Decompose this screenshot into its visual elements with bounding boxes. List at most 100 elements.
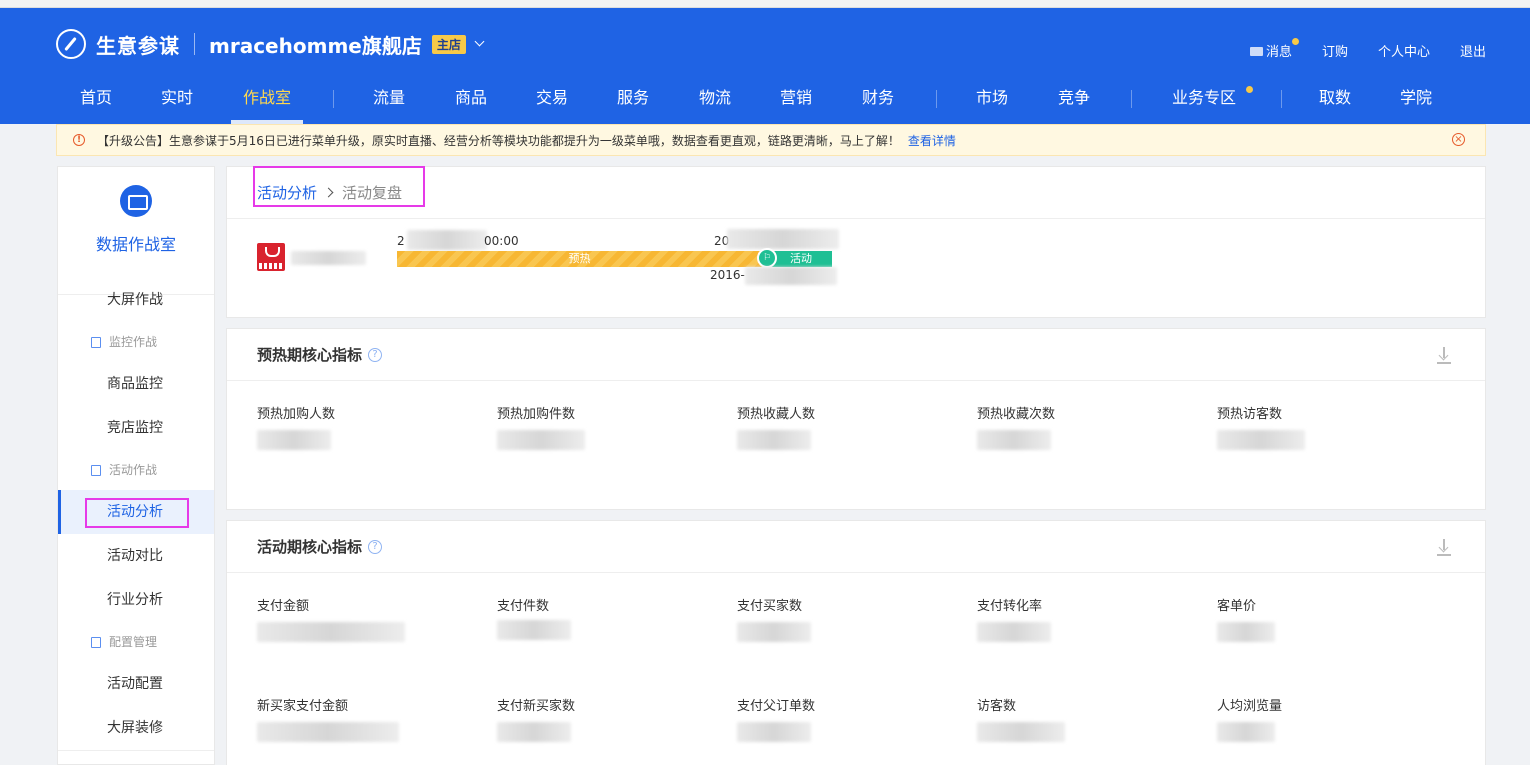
redacted-end-date — [745, 267, 837, 285]
shop-logo — [257, 243, 285, 271]
metric-value-row — [977, 620, 1051, 642]
nav-realtime[interactable]: 实时 — [161, 80, 193, 124]
timeline-start-prefix: 2 — [397, 234, 405, 248]
metric-value-row — [497, 720, 575, 742]
chevron-down-icon[interactable] — [474, 36, 485, 47]
breadcrumb-parent[interactable]: 活动分析 — [257, 182, 317, 203]
sidebar-item-activity-analysis[interactable]: 活动分析 — [58, 490, 214, 534]
main-nav: 首页 实时 作战室 流量 商品 交易 服务 物流 营销 财务 市场 竞争 业务专… — [0, 80, 1530, 124]
sidebar-item-competitor-monitor[interactable]: 竞店监控 — [58, 406, 214, 450]
preheat-metrics-panel: 预热期核心指标 ? 预热加购人数 预热加购件数 预热收藏人数 预热收藏次数 预热… — [226, 328, 1486, 510]
metric-label: 支付件数 — [497, 599, 550, 614]
sidebar-group-monitor: 监控作战 — [58, 324, 214, 360]
redacted-mid-date — [727, 229, 839, 249]
nav-traffic[interactable]: 流量 — [373, 80, 405, 124]
metric-card: 预热访客数 — [1217, 403, 1305, 450]
metric-value-row — [1217, 428, 1305, 450]
sidebar-item-activity-compare[interactable]: 活动对比 — [58, 534, 214, 578]
metric-label: 支付转化率 — [977, 599, 1043, 614]
metric-card: 预热加购件数 — [497, 403, 585, 450]
metric-card: 预热加购人数 — [257, 403, 335, 450]
sidebar-item-screen-decoration[interactable]: 大屏装修 — [58, 706, 214, 750]
timeline-end-prefix: 2016- — [710, 268, 745, 282]
redacted-value — [977, 622, 1051, 642]
breadcrumb-current: 活动复盘 — [342, 184, 403, 202]
nav-home[interactable]: 首页 — [80, 80, 112, 124]
redacted-value — [497, 620, 571, 640]
redacted-start-date — [407, 230, 487, 250]
nav-trade[interactable]: 交易 — [536, 80, 568, 124]
nav-market[interactable]: 市场 — [976, 80, 1008, 124]
nav-service[interactable]: 服务 — [617, 80, 649, 124]
profile-link[interactable]: 个人中心 — [1378, 41, 1430, 60]
metric-card: 访客数 — [977, 695, 1065, 742]
sidebar-item-industry-analysis[interactable]: 行业分析 — [58, 578, 214, 622]
section-title: 活动期核心指标 — [257, 538, 363, 556]
sidebar-group-label: 配置管理 — [109, 635, 158, 649]
nav-business-zone[interactable]: 业务专区 — [1172, 80, 1236, 124]
message-link[interactable]: 消息 — [1249, 38, 1299, 60]
download-icon-base — [1437, 362, 1451, 364]
redacted-value — [1217, 430, 1305, 450]
metric-value-row — [737, 428, 815, 450]
browser-strip — [0, 0, 1530, 8]
nav-marketing[interactable]: 营销 — [780, 80, 812, 124]
metric-label: 人均浏览量 — [1217, 699, 1283, 714]
metric-card: 预热收藏人数 — [737, 403, 815, 450]
metric-value-row — [257, 620, 405, 642]
subscribe-link[interactable]: 订购 — [1322, 41, 1348, 60]
upgrade-notice: ! 【升级公告】生意参谋于5月16日已进行菜单升级，原实时直播、经营分析等模块功… — [56, 124, 1486, 156]
metric-label: 预热收藏次数 — [977, 407, 1056, 422]
metric-label: 预热访客数 — [1217, 407, 1283, 422]
sidebar-item-activity-config[interactable]: 活动配置 — [58, 662, 214, 706]
metric-label: 预热加购人数 — [257, 407, 336, 422]
redacted-value — [977, 722, 1065, 742]
top-links: 消息 订购 个人中心 退出 — [1220, 38, 1486, 60]
nav-finance[interactable]: 财务 — [862, 80, 894, 124]
sidebar-divider — [58, 750, 214, 751]
nav-separator — [1131, 90, 1132, 108]
download-icon[interactable] — [1437, 539, 1451, 555]
metric-card: 支付父订单数 — [737, 695, 815, 742]
notification-dot — [1246, 86, 1253, 93]
sidebar: 数据作战室 大屏作战 监控作战 商品监控 竞店监控 活动作战 活动分析 活动对比… — [57, 166, 215, 765]
metric-card: 人均浏览量 — [1217, 695, 1282, 742]
sidebar-group-label: 活动作战 — [109, 463, 158, 477]
monitor-icon — [120, 185, 152, 217]
metric-value-row — [977, 720, 1065, 742]
nav-academy[interactable]: 学院 — [1400, 80, 1432, 124]
metric-label: 客单价 — [1217, 599, 1257, 614]
sidebar-group-label: 监控作战 — [109, 335, 158, 349]
preheat-bar: 预热 — [397, 251, 762, 267]
top-header: 生意参谋 mracehomme旗舰店 主店 消息 订购 个人中心 退出 首页 实… — [0, 8, 1530, 124]
logout-link[interactable]: 退出 — [1460, 41, 1486, 60]
download-icon[interactable] — [1437, 347, 1451, 363]
flag-icon: ⚐ — [757, 248, 777, 268]
nav-separator — [1281, 90, 1282, 108]
logo[interactable]: 生意参谋 mracehomme旗舰店 主店 — [56, 28, 485, 60]
nav-data-fetch[interactable]: 取数 — [1319, 80, 1351, 124]
metric-value-row — [257, 428, 335, 450]
sidebar-title: 数据作战室 — [95, 235, 176, 254]
metric-value-row — [1217, 720, 1282, 742]
shop-name[interactable]: mracehomme旗舰店 — [209, 30, 422, 59]
redacted-value — [977, 430, 1051, 450]
metric-card: 支付买家数 — [737, 595, 811, 642]
help-icon[interactable]: ? — [368, 539, 383, 554]
nav-products[interactable]: 商品 — [455, 80, 487, 124]
redacted-value — [497, 722, 571, 742]
nav-war-room[interactable]: 作战室 — [230, 80, 304, 124]
section-header: 活动期核心指标 ? — [227, 521, 1485, 573]
metric-card: 支付金额 — [257, 595, 405, 642]
sidebar-item-big-screen[interactable]: 大屏作战 — [58, 278, 214, 322]
metric-value-row — [257, 720, 399, 742]
sidebar-item-product-monitor[interactable]: 商品监控 — [58, 362, 214, 406]
notice-detail-link[interactable]: 查看详情 — [908, 132, 956, 149]
close-icon[interactable]: × — [1452, 133, 1465, 146]
nav-logistics[interactable]: 物流 — [699, 80, 731, 124]
nav-competition[interactable]: 竞争 — [1058, 80, 1090, 124]
redacted-value — [737, 430, 811, 450]
metric-label: 预热加购件数 — [497, 407, 576, 422]
help-icon[interactable]: ? — [368, 347, 383, 362]
metric-label: 支付买家数 — [737, 599, 803, 614]
